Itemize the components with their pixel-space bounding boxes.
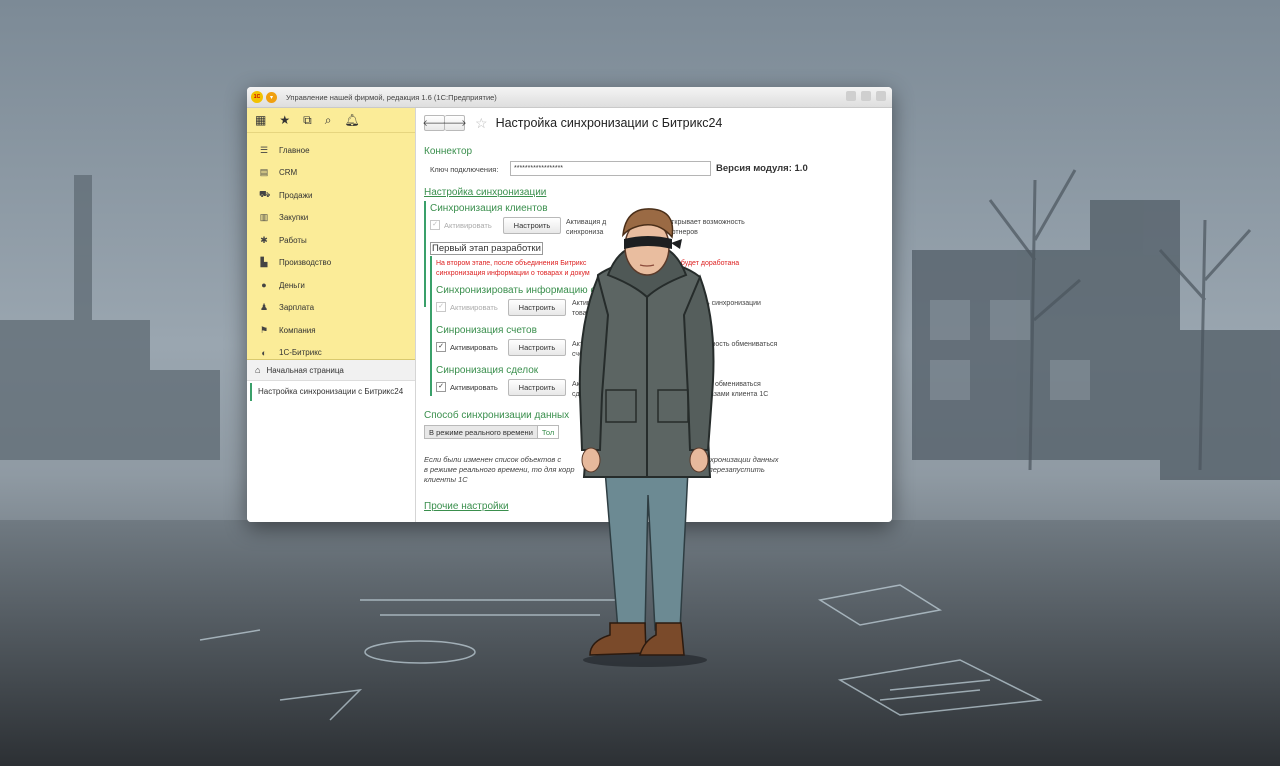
main-menu-button[interactable]: ▾: [266, 91, 277, 103]
check-mark-icon: ✓: [436, 382, 446, 392]
sync-settings-link[interactable]: Настройка синхронизации: [424, 187, 546, 198]
open-window-tab[interactable]: Настройка синхронизации с Битрикс24: [250, 383, 415, 401]
sidebar-item-works[interactable]: ✱ Работы: [247, 229, 415, 252]
clients-sync-heading: Синхронизация клиентов: [430, 203, 548, 214]
other-settings-link[interactable]: Прочие настройки: [424, 501, 509, 512]
flag-icon: ⚑: [259, 324, 269, 335]
invoices-configure-button[interactable]: Настроить: [508, 339, 566, 356]
window-minimize-button[interactable]: [846, 91, 856, 101]
tools-icon: ✱: [260, 234, 268, 245]
first-stage-label: Первый этап разработки: [430, 242, 543, 255]
sections-menu: ▦ ★ ⧉ ⌕ 🔔︎ ☰ Главное ▤ CRM ⛟ Продажи ▥ Закуп…: [247, 108, 415, 360]
connector-heading: Коннектор: [424, 146, 473, 157]
deals-sync-heading: Синронизация сделок: [436, 365, 539, 376]
sidebar-item-crm[interactable]: ▤ CRM: [247, 162, 415, 185]
money-icon: ●: [261, 280, 267, 291]
clients-activate-checkbox[interactable]: ✓ Активировать: [430, 220, 492, 230]
sidebar-item-production[interactable]: ▙ Производство: [247, 252, 415, 275]
sections-panel: ▦ ★ ⧉ ⌕ 🔔︎ ☰ Главное ▤ CRM ⛟ Продажи ▥ Закуп…: [247, 108, 416, 522]
group-line: [424, 201, 426, 307]
deals-activate-checkbox[interactable]: ✓ Активировать: [436, 382, 498, 392]
check-mark-icon: ✓: [430, 220, 440, 230]
home-page-link[interactable]: ⌂ Начальная страница: [247, 360, 415, 381]
people-icon: ♟: [259, 302, 269, 313]
stage-group-line: [430, 256, 432, 396]
window-title: Управление нашей фирмой, редакция 1.6 (1…: [286, 92, 497, 102]
sections-list: ☰ Главное ▤ CRM ⛟ Продажи ▥ Закупки ✱ Работы …: [247, 133, 415, 364]
bitrix-icon: ◐: [261, 347, 267, 358]
check-mark-icon: ✓: [436, 302, 446, 312]
truck-icon: ▥: [259, 212, 269, 223]
invoices-activate-checkbox[interactable]: ✓ Активировать: [436, 342, 498, 352]
module-version: Версия модуля: 1.0: [716, 163, 808, 174]
favorites-star-icon[interactable]: ★: [279, 113, 290, 127]
search-icon[interactable]: ⌕: [325, 113, 332, 128]
window-close-button[interactable]: [876, 91, 886, 101]
mode-realtime-option[interactable]: В режиме реального времени: [424, 425, 538, 439]
window-controls: [846, 91, 886, 101]
blindfolded-man-illustration: [578, 208, 715, 667]
crm-icon: ▤: [259, 167, 269, 178]
sidebar-item-main[interactable]: ☰ Главное: [247, 139, 415, 162]
invoices-sync-heading: Синронизация счетов: [436, 325, 537, 336]
clients-configure-button[interactable]: Настроить: [503, 217, 561, 234]
form-header: 🡐 🡒 ☆ Настройка синхронизации с Битрикс2…: [422, 114, 884, 132]
title-bar: 1С ▾ Управление нашей фирмой, редакция 1…: [247, 87, 892, 108]
check-mark-icon: ✓: [436, 342, 446, 352]
products-configure-button[interactable]: Настроить: [508, 299, 566, 316]
key-input[interactable]: ******************: [510, 161, 711, 176]
products-activate-checkbox[interactable]: ✓ Активировать: [436, 302, 498, 312]
home-icon: ⌂: [255, 365, 261, 375]
form-title: Настройка синхронизации с Битрикс24: [495, 116, 723, 130]
deals-configure-button[interactable]: Настроить: [508, 379, 566, 396]
sidebar-item-purchases[interactable]: ▥ Закупки: [247, 207, 415, 230]
sidebar-toolbar: ▦ ★ ⧉ ⌕ 🔔︎: [247, 108, 415, 133]
mode-manual-option[interactable]: Тол: [537, 425, 560, 439]
forward-button[interactable]: 🡒: [442, 115, 467, 131]
favorite-star-icon[interactable]: ☆: [475, 115, 488, 132]
sidebar-item-sales[interactable]: ⛟ Продажи: [247, 184, 415, 207]
sidebar-item-salary[interactable]: ♟ Зарплата: [247, 297, 415, 320]
window-maximize-button[interactable]: [861, 91, 871, 101]
sidebar-item-money[interactable]: ● Деньги: [247, 274, 415, 297]
key-label: Ключ подключения:: [430, 165, 499, 174]
1c-logo-icon: 1С: [251, 91, 263, 103]
sync-mode-heading: Способ синхронизации данных: [424, 410, 570, 421]
sync-mode-switch: В режиме реального времени Тол: [424, 425, 560, 439]
cart-icon: ⛟: [259, 189, 271, 200]
bell-icon[interactable]: 🔔︎: [344, 113, 359, 127]
sidebar-item-company[interactable]: ⚑ Компания: [247, 319, 415, 342]
history-icon[interactable]: ⧉: [303, 113, 312, 128]
apps-grid-icon[interactable]: ▦: [255, 113, 266, 127]
factory-icon: ▙: [260, 257, 268, 268]
list-icon: ☰: [259, 144, 269, 155]
